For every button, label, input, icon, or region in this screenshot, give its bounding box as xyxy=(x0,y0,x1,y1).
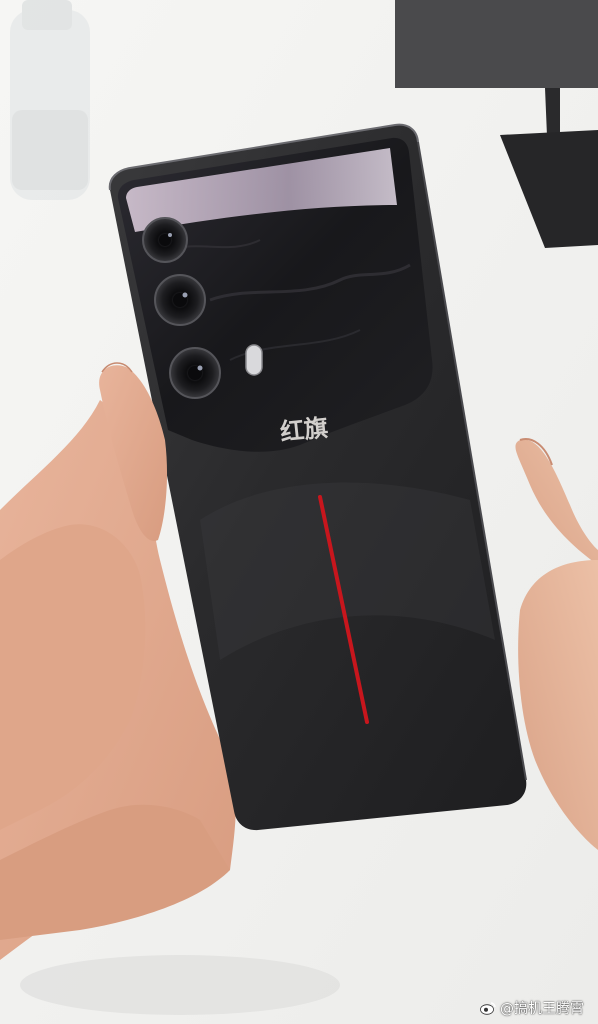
watermark: @搞机王腾霄 xyxy=(480,998,584,1018)
watermark-handle: @搞机王腾霄 xyxy=(500,1001,584,1017)
photo-svg: 红旗 xyxy=(0,0,598,1024)
bottle xyxy=(10,0,90,200)
camera-lens-3 xyxy=(169,347,221,399)
camera-lens-1 xyxy=(142,217,188,263)
weibo-icon xyxy=(480,1001,496,1015)
flash xyxy=(245,344,263,376)
product-photo: 红旗 xyxy=(0,0,598,1024)
camera-lens-2 xyxy=(154,274,206,326)
camera-module: 红旗 xyxy=(117,137,433,452)
logo-text: 红旗 xyxy=(279,413,330,447)
